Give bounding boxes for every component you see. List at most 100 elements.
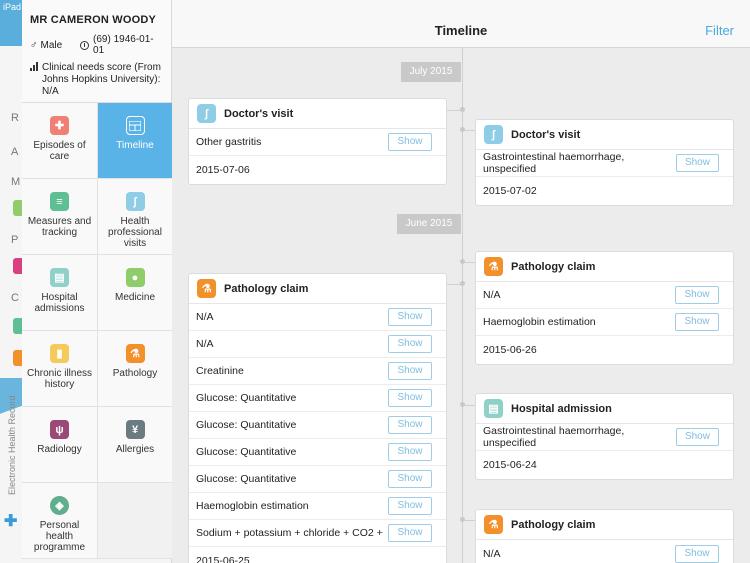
show-button[interactable]: Show: [675, 154, 719, 172]
show-button[interactable]: Show: [675, 544, 719, 563]
nav-label: Radiology: [37, 444, 82, 455]
show-button[interactable]: Show: [388, 443, 432, 461]
stethoscope-icon: ʃ: [484, 125, 503, 144]
nav-label: Chronic illness history: [26, 368, 93, 390]
row-label: Glucose: Quantitative: [196, 473, 297, 485]
male-icon: ♂: [30, 39, 38, 51]
nav-label: Personal health programme: [33, 520, 86, 553]
hospital-icon: ▤: [484, 399, 503, 418]
filter-button[interactable]: Filter: [705, 23, 734, 38]
underlay-letter: C: [11, 292, 19, 304]
device-label: iPad: [3, 2, 22, 12]
wheat-icon: ¥: [125, 420, 145, 439]
underlay-dot: [13, 258, 22, 274]
nav-radiology[interactable]: ψ Radiology: [22, 407, 98, 483]
nav-personal-health-programme[interactable]: ◈ Personal health programme: [22, 483, 98, 559]
row-label: Gastrointestinal haemorrhage, unspecifie…: [483, 151, 625, 175]
ehr-vertical-label: Electronic Health Record: [7, 395, 17, 495]
timeline-card-doctors-visit: ʃ Doctor's visit Other gastritis Show 20…: [188, 98, 447, 185]
card-row: Gastrointestinal haemorrhage, unspecifie…: [476, 424, 733, 451]
row-label: Creatinine: [196, 365, 244, 377]
card-row: Other gastritis Show: [189, 129, 446, 156]
row-label: N/A: [196, 311, 214, 323]
card-row: Glucose: Quantitative Show: [189, 439, 446, 466]
timeline-card-pathology-claim: ⚗ Pathology claim N/A Show: [475, 509, 734, 563]
show-button[interactable]: Show: [388, 389, 432, 407]
nav-episodes-of-care[interactable]: ✚ Episodes of care: [22, 103, 98, 179]
card-title: Pathology claim: [224, 282, 309, 295]
microscope-icon: ⚗: [484, 257, 503, 276]
lungs-icon: ψ: [50, 420, 69, 439]
show-button[interactable]: Show: [388, 362, 432, 380]
show-button[interactable]: Show: [675, 313, 719, 331]
timeline-panel: July 2015 June 2015 ʃ Doctor's visit Oth…: [172, 0, 750, 563]
card-header: ʃ Doctor's visit: [189, 99, 446, 129]
hospital-icon: ▤: [50, 268, 69, 287]
nav-timeline[interactable]: Timeline: [98, 103, 173, 179]
nav-hospital-admissions[interactable]: ▤ Hospital admissions: [22, 255, 98, 331]
show-button[interactable]: Show: [675, 286, 719, 304]
nav-label: Health professional visits: [108, 216, 162, 249]
show-button[interactable]: Show: [388, 335, 432, 353]
microscope-icon: ⚗: [484, 515, 503, 534]
shield-icon: ◈: [50, 496, 69, 515]
card-row: Glucose: Quantitative Show: [189, 385, 446, 412]
timeline-node: [460, 402, 465, 407]
nav-medicine[interactable]: ● Medicine: [98, 255, 173, 331]
show-button[interactable]: Show: [675, 428, 719, 446]
stethoscope-icon: ʃ: [125, 192, 145, 211]
show-button[interactable]: Show: [388, 497, 432, 515]
timeline-card-pathology-claim: ⚗ Pathology claim N/A Show Haemoglobin es…: [475, 251, 734, 365]
clipboard-icon: ≡: [50, 192, 69, 211]
pills-icon: ●: [125, 268, 145, 287]
show-button[interactable]: Show: [388, 133, 432, 151]
stethoscope-icon: ʃ: [197, 104, 216, 123]
row-label: Other gastritis: [196, 136, 262, 148]
timeline-node: [460, 127, 465, 132]
clinical-needs-score: Clinical needs score (From Johns Hopkins…: [30, 62, 163, 98]
show-button[interactable]: Show: [388, 416, 432, 434]
card-date: 2015-06-24: [483, 459, 537, 471]
month-divider: July 2015: [401, 62, 461, 82]
row-label: N/A: [483, 547, 501, 560]
patient-dob: (69) 1946-01-01: [93, 34, 154, 56]
clock-icon: [80, 40, 90, 50]
underlay-letter: P: [11, 234, 19, 246]
card-date: 2015-06-25: [196, 555, 250, 563]
card-title: Doctor's visit: [224, 107, 294, 120]
background-app-strip: iPad R A M P C Electronic Health Record …: [0, 0, 22, 563]
show-button[interactable]: Show: [388, 308, 432, 326]
card-header: ⚗ Pathology claim: [476, 252, 733, 282]
patient-demographics: ♂ Male (69) 1946-01-01: [30, 34, 163, 56]
timeline-card-doctors-visit: ʃ Doctor's visit Gastrointestinal haemor…: [475, 119, 734, 206]
card-header: ⚗ Pathology claim: [189, 274, 446, 304]
card-date: 2015-07-06: [196, 164, 250, 176]
timeline-axis: [462, 48, 463, 563]
sidebar: MR CAMERON WOODY ♂ Male (69) 1946-01-01 …: [22, 0, 173, 563]
card-row: Sodium + potassium + chloride + CO2 + Sho…: [189, 520, 446, 547]
card-title: Hospital admission: [511, 402, 612, 415]
plus-icon[interactable]: ✚: [4, 511, 17, 531]
show-button[interactable]: Show: [388, 470, 432, 488]
nav-label: Pathology: [112, 368, 158, 379]
nav-health-professional-visits[interactable]: ʃ Health professional visits: [98, 179, 173, 255]
nav-chronic-illness-history[interactable]: ▮ Chronic illness history: [22, 331, 98, 407]
timeline-node: [460, 107, 465, 112]
card-row: N/A Show: [189, 304, 446, 331]
bottle-icon: ▮: [50, 344, 69, 363]
show-button[interactable]: Show: [388, 524, 432, 542]
nav-pathology[interactable]: ⚗ Pathology: [98, 331, 173, 407]
nav-allergies[interactable]: ¥ Allergies: [98, 407, 173, 483]
card-date: 2015-06-26: [483, 344, 537, 356]
nav-label: Episodes of care: [33, 140, 86, 162]
card-row: Glucose: Quantitative Show: [189, 412, 446, 439]
nav-grid: ✚ Episodes of care Timeline ≡ Measures a…: [22, 103, 173, 559]
timeline-card-hospital-admission: ▤ Hospital admission Gastrointestinal ha…: [475, 393, 734, 480]
card-title: Doctor's visit: [511, 128, 581, 141]
card-header: ʃ Doctor's visit: [476, 120, 733, 150]
nav-empty-cell: [98, 483, 173, 559]
card-date: 2015-07-02: [483, 185, 537, 197]
timeline-node: [460, 259, 465, 264]
nav-measures-and-tracking[interactable]: ≡ Measures and tracking: [22, 179, 98, 255]
first-aid-kit-icon: ✚: [50, 116, 69, 135]
